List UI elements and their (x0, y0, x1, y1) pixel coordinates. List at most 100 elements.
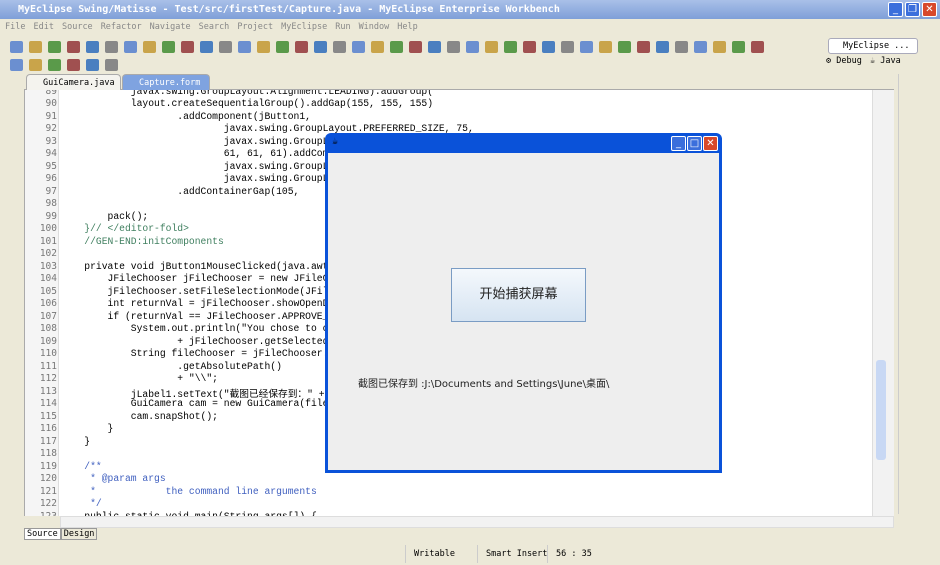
menu-help[interactable]: Help (397, 22, 417, 32)
toolbar-button-icon[interactable] (29, 59, 42, 71)
toolbar-button-icon[interactable] (409, 41, 422, 53)
restore-button[interactable]: ❐ (905, 2, 920, 17)
toolbar-button-icon[interactable] (561, 41, 574, 53)
toolbar-button-icon[interactable] (428, 41, 441, 53)
toolbar-button-icon[interactable] (67, 59, 80, 71)
line-number: 116 (39, 423, 57, 434)
menu-file[interactable]: File (5, 22, 25, 32)
menu-source[interactable]: Source (62, 22, 93, 32)
right-side-panel (898, 74, 916, 514)
vertical-scrollbar[interactable] (872, 90, 894, 516)
toolbar-button-icon[interactable] (238, 41, 251, 53)
tab-source[interactable]: Source (24, 528, 61, 540)
line-number: 91 (45, 110, 57, 122)
toolbar-button-icon[interactable] (48, 41, 61, 53)
toolbar-button-icon[interactable] (732, 41, 745, 53)
perspective-debug[interactable]: ⚙ Debug (826, 56, 862, 66)
capture-dialog: ☕ _ □ ✕ 开始捕获屏幕 截图已保存到 :J:\Documents and … (325, 133, 722, 473)
menu-window[interactable]: Window (359, 22, 390, 32)
horizontal-scrollbar[interactable] (60, 516, 894, 528)
window-title-bar: MyEclipse Swing/Matisse - Test/src/first… (0, 0, 940, 19)
toolbar-button-icon[interactable] (523, 41, 536, 53)
toolbar-button-icon[interactable] (580, 41, 593, 53)
toolbar-button-icon[interactable] (10, 41, 23, 53)
perspective-java[interactable]: ☕ Java (870, 56, 901, 66)
toolbar-button-icon[interactable] (447, 41, 460, 53)
toolbar-button-icon[interactable] (333, 41, 346, 53)
dialog-minimize-button[interactable]: _ (671, 136, 686, 151)
perspective-myeclipse[interactable]: MyEclipse ... (828, 38, 918, 54)
toolbar-button-icon[interactable] (352, 41, 365, 53)
line-number: 95 (45, 160, 57, 172)
perspective-label: MyEclipse ... (843, 41, 910, 51)
menu-bar: File Edit Source Refactor Navigate Search Proj… (0, 19, 940, 35)
code-line: + "\\"; (61, 373, 218, 384)
tab-design[interactable]: Design (60, 528, 98, 540)
menu-navigate[interactable]: Navigate (150, 22, 191, 32)
line-number: 115 (39, 410, 57, 422)
line-number: 96 (45, 173, 57, 184)
toolbar-button-icon[interactable] (504, 41, 517, 53)
toolbar-button-icon[interactable] (162, 41, 175, 53)
toolbar-button-icon[interactable] (675, 41, 688, 53)
toolbar-button-icon[interactable] (485, 41, 498, 53)
toolbar-button-icon[interactable] (618, 41, 631, 53)
toolbar-button-icon[interactable] (694, 41, 707, 53)
toolbar-button-icon[interactable] (143, 41, 156, 53)
toolbar-button-icon[interactable] (751, 41, 764, 53)
line-number: 98 (45, 198, 57, 209)
tab-label: GuiCamera.java (43, 78, 115, 88)
toolbar-button-icon[interactable] (181, 41, 194, 53)
toolbar-button-icon[interactable] (219, 41, 232, 53)
line-number: 113 (39, 385, 57, 397)
line-number: 108 (39, 323, 57, 334)
code-line: .addContainerGap(105, (61, 185, 300, 197)
line-number: 105 (39, 285, 57, 297)
line-number: 109 (39, 335, 57, 347)
toolbar-button-icon[interactable] (105, 41, 118, 53)
toolbar-button-icon[interactable] (105, 59, 118, 71)
toolbar-button-icon[interactable] (86, 59, 99, 71)
dialog-maximize-button[interactable]: □ (687, 136, 702, 151)
tab-capture-form[interactable]: Capture.form ✕ (122, 74, 210, 104)
toolbar-button-icon[interactable] (466, 41, 479, 53)
scrollbar-thumb[interactable] (876, 360, 886, 460)
status-insert-mode: Smart Insert (477, 545, 547, 563)
toolbar-button-icon[interactable] (86, 41, 99, 53)
menu-refactor[interactable]: Refactor (101, 22, 142, 32)
line-number: 90 (45, 98, 57, 109)
tab-label: Capture.form (139, 78, 201, 88)
code-line: cam.snapShot(); (61, 410, 218, 422)
menu-myeclipse[interactable]: MyEclipse (281, 22, 327, 32)
toolbar-button-icon[interactable] (200, 41, 213, 53)
toolbar-button-icon[interactable] (124, 41, 137, 53)
menu-search[interactable]: Search (199, 22, 230, 32)
toolbar-button-icon[interactable] (67, 41, 80, 53)
toolbar-button-icon[interactable] (713, 41, 726, 53)
toolbar-button-icon[interactable] (314, 41, 327, 53)
start-capture-button[interactable]: 开始捕获屏幕 (451, 268, 586, 322)
menu-run[interactable]: Run (335, 22, 350, 32)
toolbar-button-icon[interactable] (48, 59, 61, 71)
tab-guicamera[interactable]: GuiCamera.java (26, 74, 121, 90)
line-number: 111 (39, 360, 57, 372)
minimize-button[interactable]: _ (888, 2, 903, 17)
toolbar-button-icon[interactable] (542, 41, 555, 53)
toolbar-button-icon[interactable] (371, 41, 384, 53)
toolbar-button-icon[interactable] (276, 41, 289, 53)
toolbar-button-icon[interactable] (656, 41, 669, 53)
toolbar-button-icon[interactable] (637, 41, 650, 53)
toolbar-button-icon[interactable] (29, 41, 42, 53)
toolbar-button-icon[interactable] (257, 41, 270, 53)
menu-edit[interactable]: Edit (33, 22, 53, 32)
toolbar-button-icon[interactable] (10, 59, 23, 71)
status-cursor-position: 56 : 35 (547, 545, 592, 563)
toolbar-button-icon[interactable] (295, 41, 308, 53)
code-line: /** (61, 460, 102, 472)
menu-project[interactable]: Project (237, 22, 273, 32)
line-number: 93 (45, 135, 57, 147)
dialog-close-button[interactable]: ✕ (703, 136, 718, 151)
close-button[interactable]: ✕ (922, 2, 937, 17)
toolbar-button-icon[interactable] (390, 41, 403, 53)
toolbar-button-icon[interactable] (599, 41, 612, 53)
